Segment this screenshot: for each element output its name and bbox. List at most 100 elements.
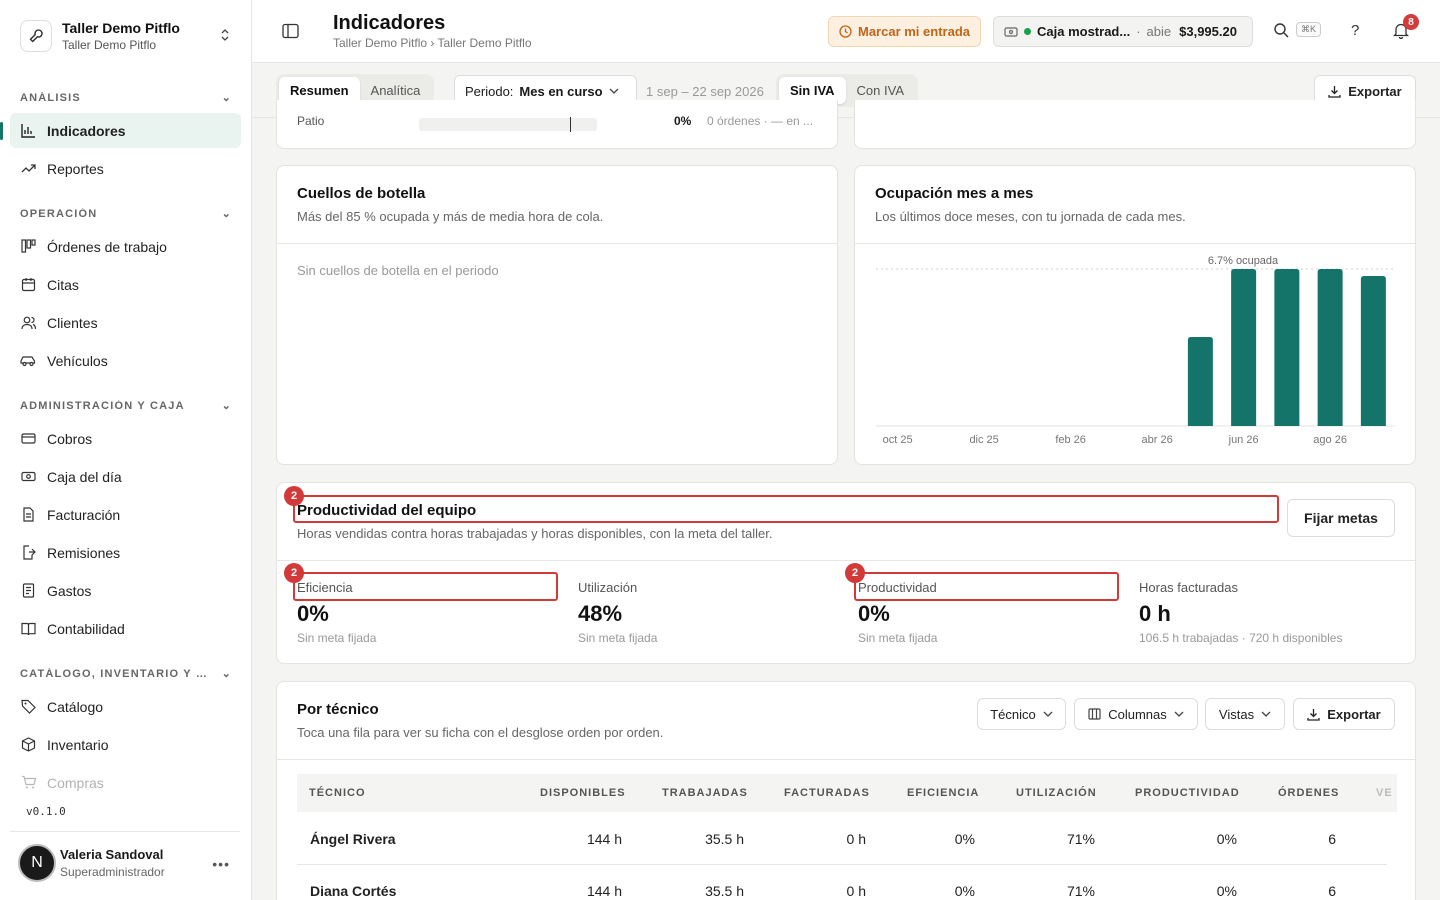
card-title: Ocupación mes a mes [875, 185, 1034, 202]
active-indicator [0, 122, 3, 140]
chevron-down-icon: ⌄ [221, 92, 232, 104]
column-header[interactable]: TÉCNICO [309, 787, 366, 799]
sidebar-item-cobros[interactable]: Cobros [10, 421, 241, 456]
sidebar-item-inventario[interactable]: Inventario [10, 727, 241, 762]
sidebar-item-label: Indicadores [47, 122, 126, 139]
book-icon [20, 621, 36, 637]
kpi-utilization-label: Utilización [578, 580, 638, 595]
search-icon[interactable] [1273, 22, 1289, 38]
column-header[interactable]: TRABAJADAS [662, 787, 748, 799]
help-icon[interactable]: ? [1351, 22, 1359, 39]
user-menu[interactable]: N Valeria Sandoval Superadministrador ••… [10, 831, 240, 893]
export-table-button[interactable]: Exportar [1293, 698, 1395, 730]
calendar-icon [20, 277, 36, 293]
views-button[interactable]: Vistas [1205, 698, 1285, 730]
column-header[interactable]: VE [1376, 787, 1393, 799]
section-administracion[interactable]: ADMINISTRACIÓN Y CAJA ⌄ [20, 399, 232, 413]
page-title: Indicadores [333, 12, 446, 34]
sidebar-item-reportes[interactable]: Reportes [10, 151, 241, 186]
clock-in-button[interactable]: Marcar mi entrada [828, 16, 981, 47]
cell-billed: 0 h [846, 883, 866, 899]
sidebar-item-vehiculos[interactable]: Vehículos [10, 343, 241, 378]
chevron-down-icon: ⌄ [221, 668, 232, 680]
highlight-box [293, 495, 1279, 523]
section-analisis[interactable]: ANÁLISIS ⌄ [20, 91, 232, 105]
set-goals-button[interactable]: Fijar metas [1287, 499, 1395, 537]
sidebar-item-citas[interactable]: Citas [10, 267, 241, 302]
tick-label: oct 25 [883, 434, 913, 446]
sidebar-item-indicadores[interactable]: Indicadores [10, 113, 241, 148]
reference-label: 6.7% ocupada [1208, 255, 1279, 267]
cell-orders: 6 [1328, 883, 1336, 899]
highlight-box [293, 572, 558, 601]
sidebar-item-caja[interactable]: Caja del día [10, 459, 241, 494]
sidebar-item-ordenes[interactable]: Órdenes de trabajo [10, 229, 241, 264]
column-header[interactable]: ÓRDENES [1278, 787, 1339, 799]
card-partial-right [854, 100, 1416, 149]
filter-label: Técnico [990, 706, 1036, 722]
card-subtitle: Horas vendidas contra horas trabajadas y… [297, 526, 773, 541]
sidebar-toggle-icon[interactable] [282, 23, 299, 39]
kpi-productivity-value: 0% [858, 601, 890, 626]
sidebar-item-catalogo[interactable]: Catálogo [10, 689, 241, 724]
column-header[interactable]: EFICIENCIA [907, 787, 979, 799]
cell-orders: 6 [1328, 831, 1336, 847]
clock-in-label: Marcar mi entrada [858, 24, 970, 39]
sidebar-item-contabilidad[interactable]: Contabilidad [10, 611, 241, 646]
section-operacion[interactable]: OPERACIÓN ⌄ [20, 207, 232, 221]
sidebar-item-gastos[interactable]: Gastos [10, 573, 241, 608]
cell-utilization: 71% [1066, 831, 1095, 847]
divider [855, 243, 1415, 244]
row-separator [297, 864, 1387, 865]
card-title: Por técnico [297, 701, 379, 718]
sidebar-item-compras[interactable]: Compras [10, 765, 241, 800]
column-header[interactable]: FACTURADAS [784, 787, 870, 799]
divider [277, 759, 1415, 760]
technician-filter[interactable]: Técnico [977, 698, 1066, 730]
column-header[interactable]: UTILIZACIÓN [1016, 787, 1097, 799]
more-icon[interactable]: ••• [212, 856, 230, 872]
app-version: v0.1.0 [26, 805, 66, 818]
section-catalogo[interactable]: CATÁLOGO, INVENTARIO Y CO... ⌄ [20, 667, 232, 681]
sidebar-item-remisiones[interactable]: Remisiones [10, 535, 241, 570]
org-switcher[interactable]: Taller Demo Pitflo Taller Demo Pitflo [10, 10, 242, 62]
columns-button[interactable]: Columnas [1074, 698, 1198, 730]
chevron-down-icon: ⌄ [221, 400, 232, 412]
bar-jun-26 [1231, 269, 1257, 426]
user-role: Superadministrador [60, 864, 165, 879]
sidebar-item-label: Gastos [47, 582, 92, 599]
highlight-marker: 2 [284, 486, 304, 506]
cash-icon [20, 469, 36, 485]
cell-worked: 35.5 h [705, 831, 744, 847]
kpi-efficiency-value: 0% [297, 601, 329, 626]
box-icon [20, 737, 36, 753]
chevron-down-icon [1043, 711, 1053, 717]
column-header[interactable]: DISPONIBLES [540, 787, 626, 799]
export-label: Exportar [1348, 83, 1402, 99]
station-pct: 0% [674, 114, 692, 128]
occupancy-card: Ocupación mes a mes Los últimos doce mes… [854, 165, 1416, 465]
cash-register-button[interactable]: Caja mostrad... · abie $3,995.20 [993, 16, 1253, 47]
sidebar-item-facturacion[interactable]: Facturación [10, 497, 241, 532]
cell-efficiency: 0% [954, 883, 975, 899]
card-subtitle: Los últimos doce meses, con tu jornada d… [875, 209, 1186, 224]
filter-label: Columnas [1108, 706, 1167, 722]
org-sub: Taller Demo Pitflo [62, 38, 157, 52]
sidebar-item-label: Clientes [47, 314, 98, 331]
sidebar-item-clientes[interactable]: Clientes [10, 305, 241, 340]
download-icon [1328, 85, 1341, 98]
kpi-utilization-value: 48% [578, 601, 623, 626]
kpi-efficiency-note: Sin meta fijada [297, 631, 377, 645]
top-header: Indicadores Taller Demo Pitflo › Taller … [252, 0, 1440, 63]
status-dot [1024, 28, 1031, 35]
export-label: Exportar [1327, 706, 1381, 722]
bar-chart-icon [20, 123, 36, 139]
sidebar-item-label: Compras [47, 774, 104, 791]
tick-label: abr 26 [1142, 434, 1173, 446]
divider [277, 243, 837, 244]
cell-utilization: 71% [1066, 883, 1095, 899]
card-icon [20, 431, 36, 447]
notification-badge: 8 [1403, 14, 1419, 30]
tag-icon [20, 699, 36, 715]
column-header[interactable]: PRODUCTIVIDAD [1135, 787, 1240, 799]
